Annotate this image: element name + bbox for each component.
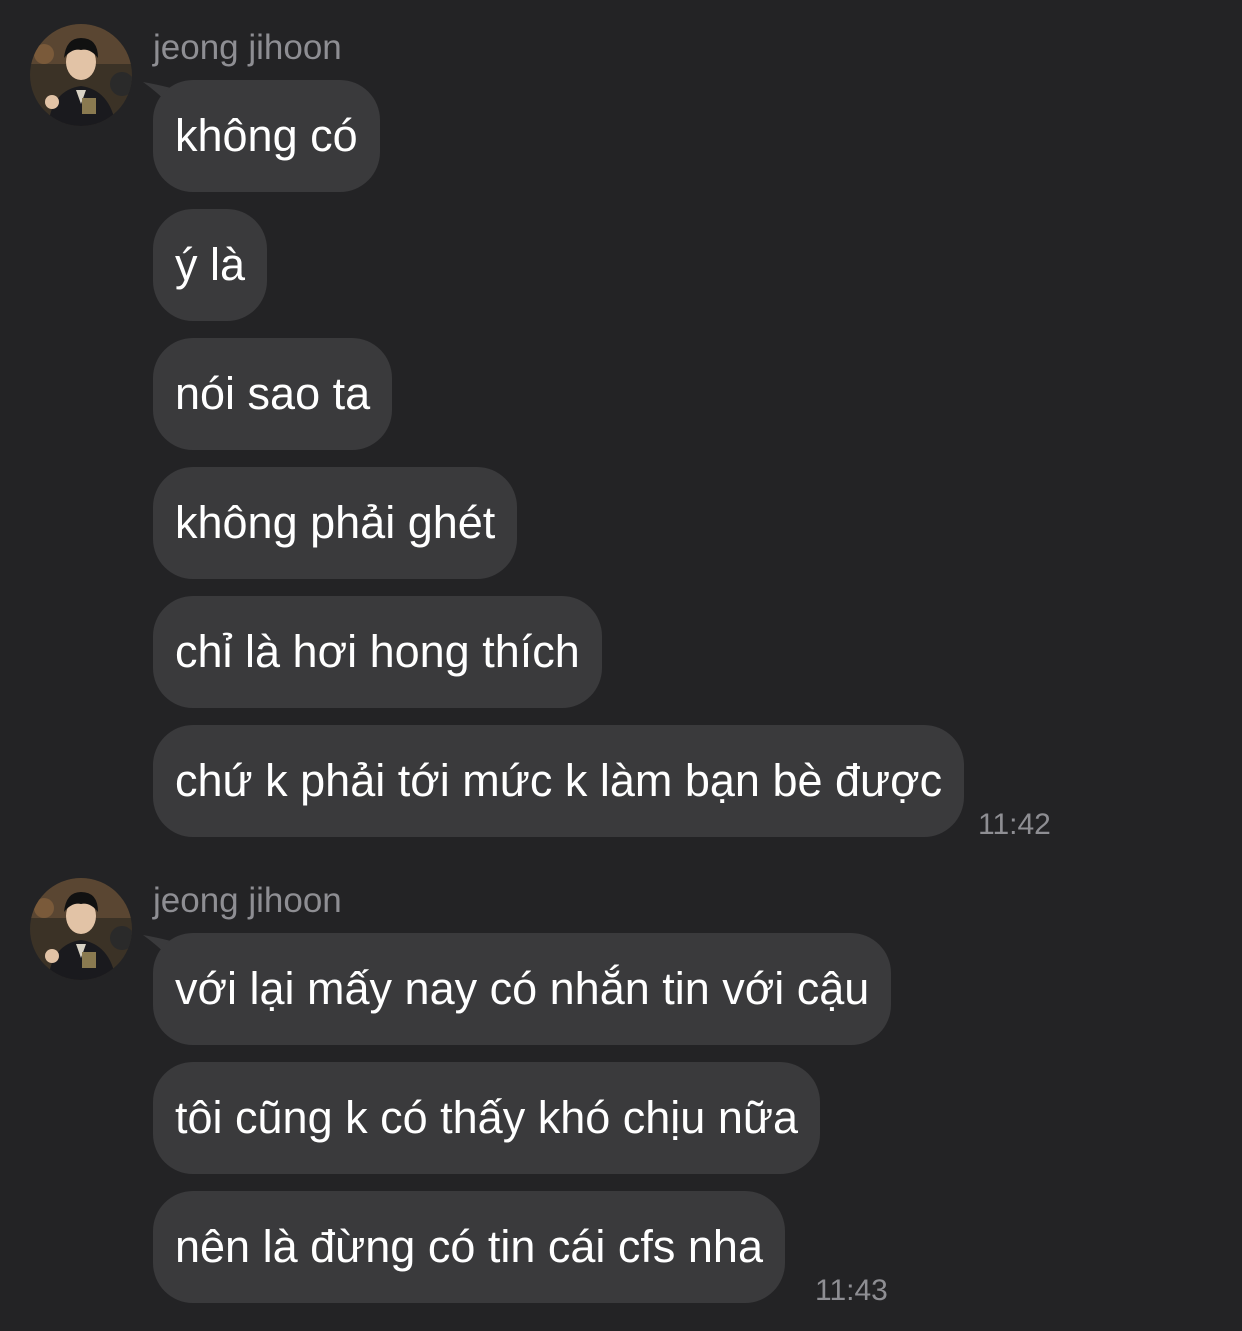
avatar[interactable] [30, 878, 132, 980]
avatar[interactable] [30, 24, 132, 126]
profile-photo-icon [30, 24, 132, 126]
sender-name: jeong jihoon [153, 881, 342, 920]
sender-name: jeong jihoon [153, 28, 342, 67]
message-timestamp: 11:42 [978, 808, 1051, 841]
message-bubble[interactable]: không có [153, 80, 380, 192]
message-bubble[interactable]: không phải ghét [153, 467, 518, 579]
chat-thread: jeong jihoon không có ý là nói sao ta kh… [0, 0, 1242, 1331]
message-bubble[interactable]: nên là đừng có tin cái cfs nha [153, 1191, 785, 1303]
message-bubble[interactable]: với lại mấy nay có nhắn tin với cậu [153, 933, 892, 1045]
message-timestamp: 11:43 [815, 1274, 888, 1307]
message-bubble[interactable]: tôi cũng k có thấy khó chịu nữa [153, 1062, 820, 1174]
message-bubble[interactable]: chứ k phải tới mức k làm bạn bè được [153, 725, 965, 837]
message-bubble[interactable]: nói sao ta [153, 338, 393, 450]
message-bubble[interactable]: ý là [153, 209, 268, 321]
profile-photo-icon [30, 878, 132, 980]
message-bubble[interactable]: chỉ là hơi hong thích [153, 596, 602, 708]
